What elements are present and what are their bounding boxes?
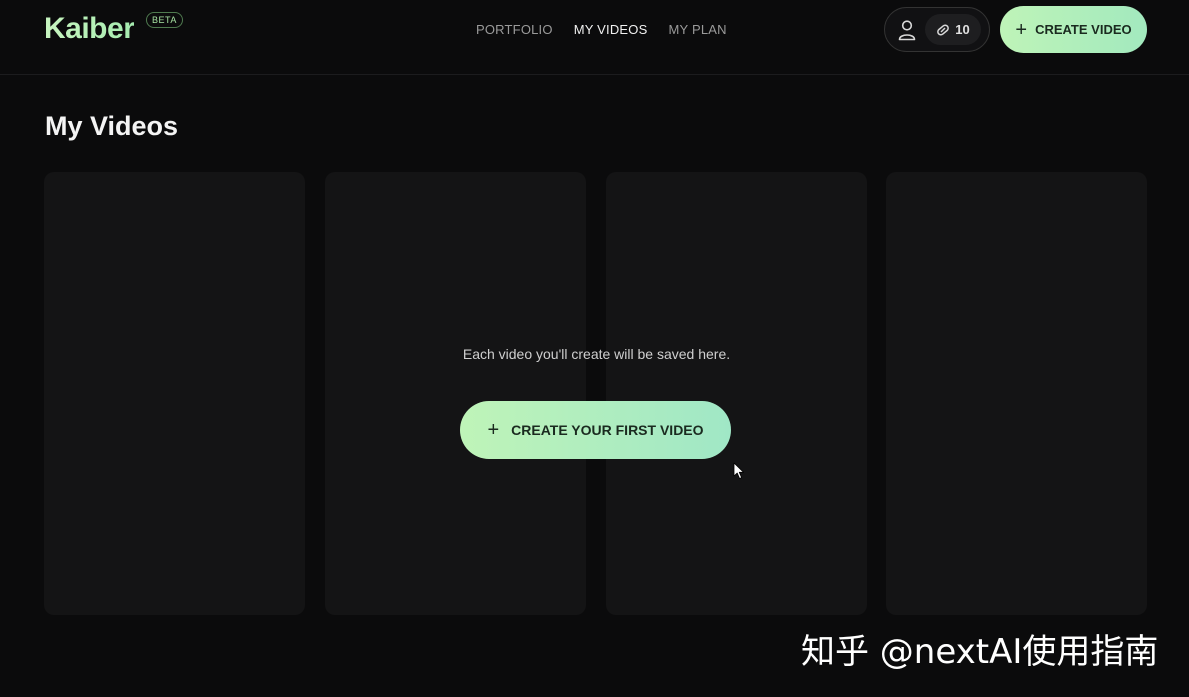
create-video-button[interactable]: + CREATE VIDEO — [1000, 6, 1147, 53]
cursor-icon — [733, 462, 744, 479]
plus-icon: + — [1015, 18, 1028, 41]
credits-icon — [937, 23, 950, 36]
video-grid — [44, 172, 1147, 615]
watermark-text: 知乎 @nextAI使用指南 — [801, 632, 1159, 672]
page-title: My Videos — [45, 111, 179, 141]
top-header: Kaiber BETA PORTFOLIO MY VIDEOS MY PLAN … — [0, 0, 1189, 75]
beta-badge: BETA — [146, 12, 183, 28]
video-placeholder-card — [606, 172, 867, 615]
empty-state-message: Each video you'll create will be saved h… — [462, 346, 731, 362]
video-placeholder-card — [886, 172, 1147, 615]
create-first-video-label: CREATE YOUR FIRST VIDEO — [511, 422, 704, 438]
kaiber-logo[interactable]: Kaiber — [44, 12, 135, 46]
create-video-label: CREATE VIDEO — [1035, 22, 1132, 37]
nav-portfolio[interactable]: PORTFOLIO — [476, 22, 553, 37]
credits-badge[interactable]: 10 — [925, 14, 981, 45]
nav-my-videos[interactable]: MY VIDEOS — [574, 22, 648, 37]
video-placeholder-card — [44, 172, 305, 615]
create-first-video-button[interactable]: + CREATE YOUR FIRST VIDEO — [460, 401, 731, 459]
page: Kaiber BETA PORTFOLIO MY VIDEOS MY PLAN … — [0, 0, 1189, 697]
main-nav: PORTFOLIO MY VIDEOS MY PLAN — [476, 22, 727, 37]
user-icon[interactable] — [897, 19, 917, 41]
nav-my-plan[interactable]: MY PLAN — [669, 22, 727, 37]
video-placeholder-card — [325, 172, 586, 615]
credits-count: 10 — [955, 22, 970, 37]
plus-icon: + — [487, 419, 500, 441]
account-pill: 10 — [884, 7, 990, 52]
